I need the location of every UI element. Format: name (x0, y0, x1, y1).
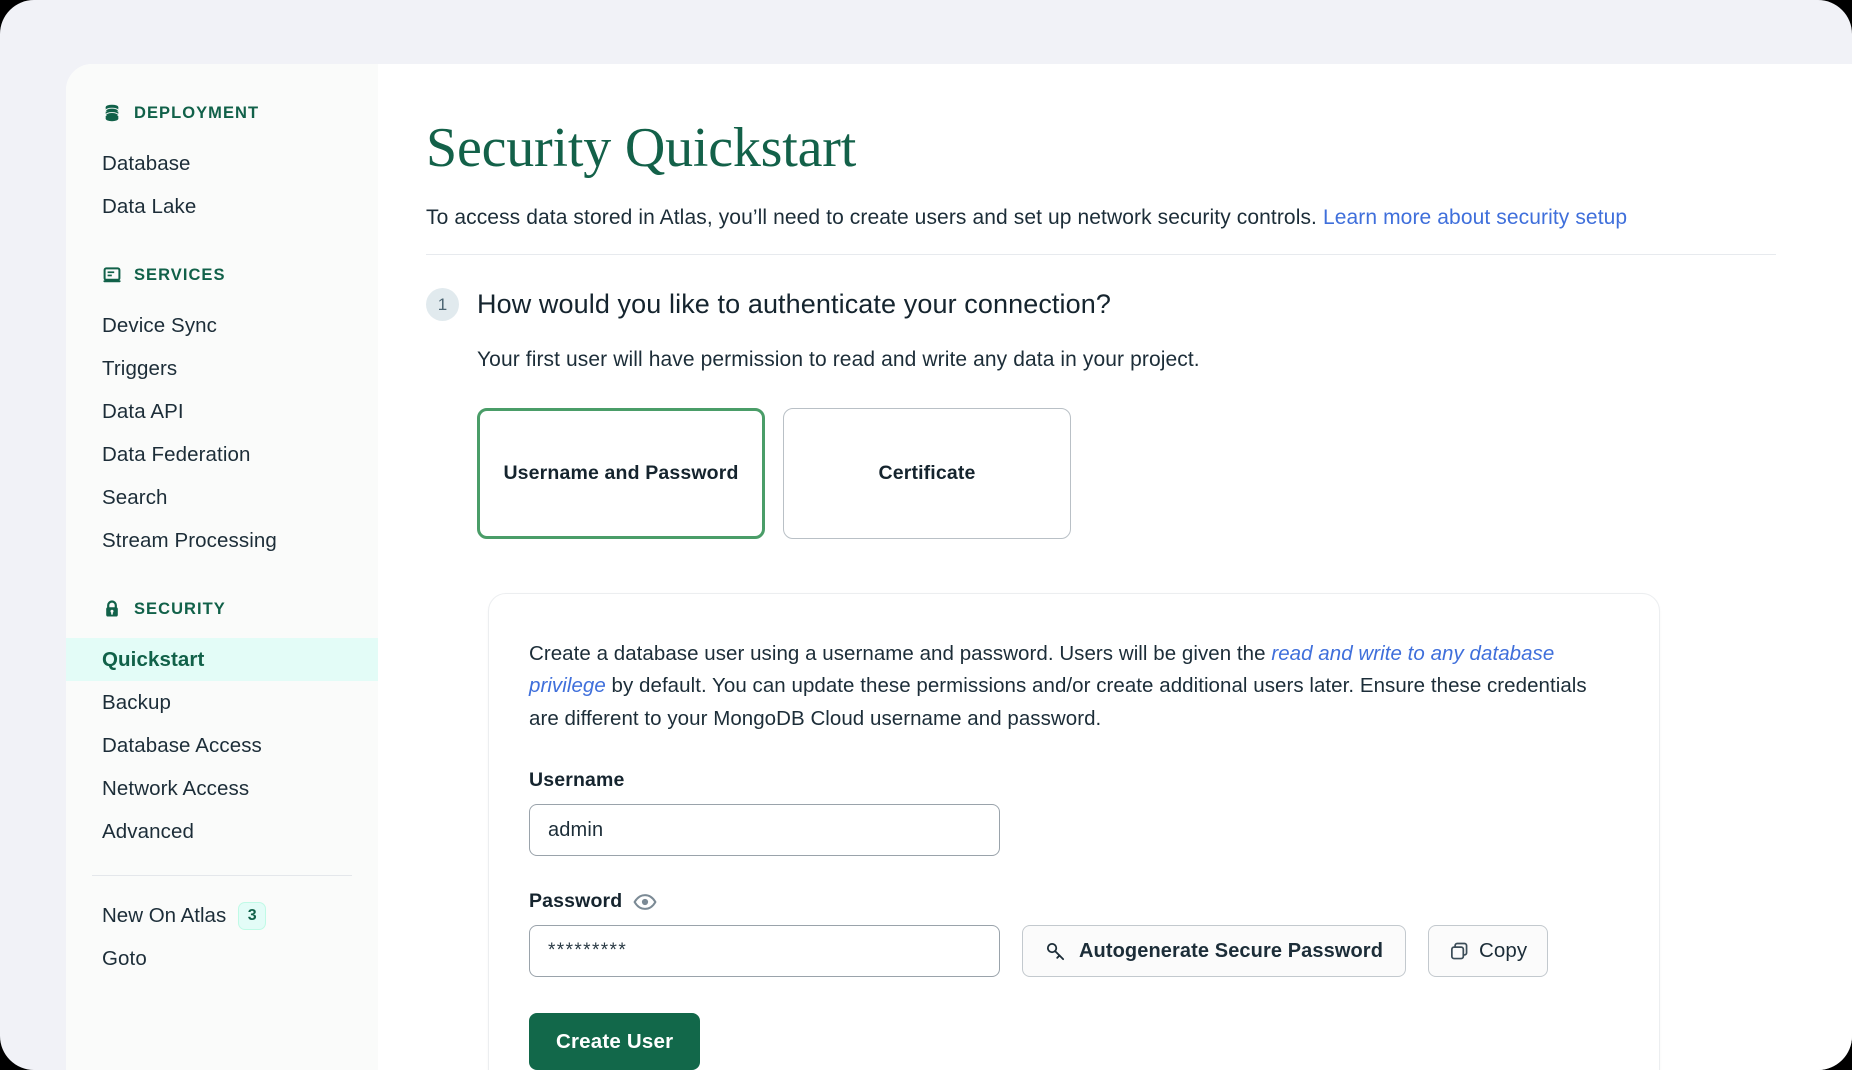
sidebar-item-goto[interactable]: Goto (66, 937, 378, 980)
sidebar-divider (92, 875, 352, 876)
sidebar-item-device-sync[interactable]: Device Sync (66, 304, 378, 347)
sidebar-item-backup[interactable]: Backup (66, 681, 378, 724)
sidebar-group-deployment: DEPLOYMENT (66, 96, 378, 130)
auth-option-label: Username and Password (503, 461, 739, 484)
username-label: Username (529, 769, 1619, 792)
sidebar-group-services: SERVICES (66, 258, 378, 292)
sidebar-group-security: SECURITY (66, 592, 378, 626)
auth-option-certificate[interactable]: Certificate (783, 407, 1071, 539)
form-intro-part1: Create a database user using a username … (529, 641, 1272, 665)
password-label: Password (529, 890, 1619, 913)
sidebar-item-triggers[interactable]: Triggers (66, 347, 378, 390)
sidebar-item-quickstart[interactable]: Quickstart (66, 638, 378, 681)
sidebar-item-stream-processing[interactable]: Stream Processing (66, 519, 378, 562)
password-label-text: Password (529, 890, 623, 913)
sidebar-item-data-lake[interactable]: Data Lake (66, 185, 378, 228)
sidebar-item-data-federation[interactable]: Data Federation (66, 433, 378, 476)
autogenerate-password-button[interactable]: Autogenerate Secure Password (1022, 925, 1407, 978)
sidebar-item-network-access[interactable]: Network Access (66, 767, 378, 810)
form-intro-text: Create a database user using a username … (529, 638, 1619, 735)
page-subtitle: To access data stored in Atlas, you’ll n… (426, 204, 1852, 232)
form-intro-part2: by default. You can update these permiss… (529, 674, 1587, 730)
main-content: Security Quickstart To access data store… (378, 64, 1852, 1070)
sidebar: DEPLOYMENT Database Data Lake SERVICES D… (66, 64, 378, 1070)
learn-more-link[interactable]: Learn more about security setup (1323, 206, 1627, 229)
step-body: Your first user will have permission to … (426, 348, 1852, 1070)
sidebar-item-search[interactable]: Search (66, 476, 378, 519)
app-window: DEPLOYMENT Database Data Lake SERVICES D… (0, 0, 1852, 1070)
sidebar-item-advanced[interactable]: Advanced (66, 810, 378, 853)
sidebar-group-label: SERVICES (134, 265, 226, 284)
new-on-atlas-badge: 3 (238, 901, 267, 930)
key-icon (1045, 941, 1066, 962)
password-row: Autogenerate Secure Password Copy (529, 913, 1619, 978)
sidebar-item-database-access[interactable]: Database Access (66, 724, 378, 767)
header-divider (426, 253, 1776, 255)
create-user-form-card: Create a database user using a username … (488, 592, 1660, 1070)
step-header: 1 How would you like to authenticate you… (426, 287, 1852, 321)
sidebar-item-new-on-atlas[interactable]: New On Atlas 3 (66, 894, 378, 937)
copy-password-button[interactable]: Copy (1428, 925, 1549, 978)
autogenerate-password-label: Autogenerate Secure Password (1079, 939, 1384, 962)
create-user-button[interactable]: Create User (529, 1013, 701, 1070)
atlas-console: DEPLOYMENT Database Data Lake SERVICES D… (66, 64, 1852, 1070)
password-input[interactable] (529, 925, 1000, 978)
username-input[interactable] (529, 804, 1000, 857)
copy-icon (1449, 941, 1470, 962)
auth-option-username-password[interactable]: Username and Password (477, 407, 765, 539)
step-number-badge: 1 (426, 287, 459, 321)
page-subtitle-text: To access data stored in Atlas, you’ll n… (426, 205, 1317, 229)
page-title: Security Quickstart (426, 117, 857, 179)
sidebar-item-database[interactable]: Database (66, 142, 378, 185)
sidebar-group-label: DEPLOYMENT (134, 103, 260, 122)
sidebar-group-label: SECURITY (134, 599, 226, 618)
auth-method-options: Username and Password Certificate (477, 407, 1852, 539)
auth-option-label: Certificate (878, 461, 976, 484)
eye-icon[interactable] (633, 893, 657, 911)
step-description: Your first user will have permission to … (477, 347, 1200, 371)
username-label-text: Username (529, 769, 625, 792)
sidebar-item-label: New On Atlas (102, 903, 227, 927)
copy-password-label: Copy (1479, 939, 1528, 963)
lock-icon (102, 599, 122, 619)
database-icon (102, 103, 122, 123)
step-title: How would you like to authenticate your … (477, 288, 1111, 319)
services-icon (102, 265, 122, 285)
sidebar-item-data-api[interactable]: Data API (66, 390, 378, 433)
